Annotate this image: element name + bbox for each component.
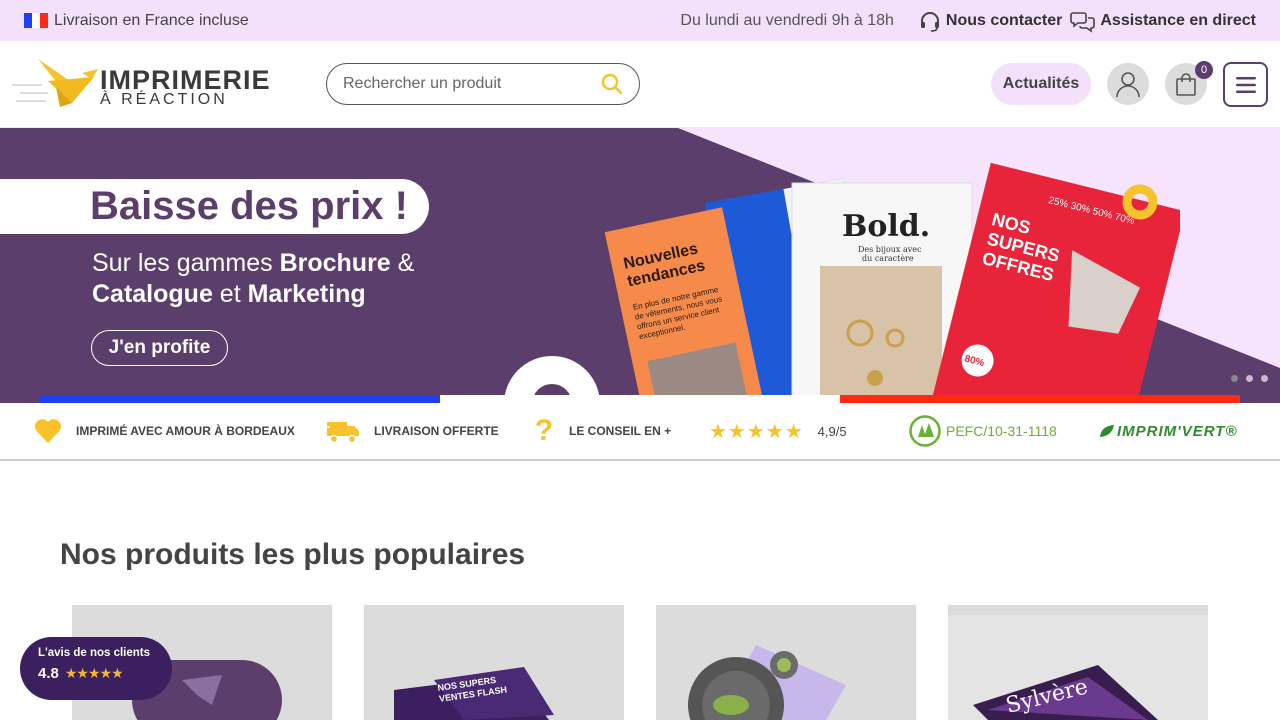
feature-imprimvert: IMPRIM'VERT® [1099, 403, 1238, 459]
opening-hours: Du lundi au vendredi 9h à 18h [680, 11, 894, 29]
delivery-truck-icon [326, 422, 359, 444]
product-card-3[interactable] [656, 605, 916, 720]
shopping-bag-icon [1176, 73, 1196, 96]
logo-line2: À RÉACTION [100, 91, 228, 108]
news-button[interactable]: Actualités [991, 63, 1091, 105]
carousel-dot-3[interactable] [1261, 375, 1268, 382]
magazines-illustration: Nouvellestendances En plus de notre gamm… [604, 162, 1180, 403]
pefc-logo-icon [909, 415, 941, 447]
carousel-dots [1231, 375, 1268, 382]
headset-icon [920, 11, 939, 32]
feature-rating: ★★★★★ 4,9/5 [709, 420, 847, 443]
chat-bubbles-icon [1070, 11, 1096, 33]
contact-label: Nous contacter [945, 11, 1063, 29]
rating-stars-icon: ★★★★★ [709, 420, 804, 443]
product-image-4: Sylvère [948, 615, 1208, 720]
search-icon[interactable] [601, 73, 623, 95]
product-card-4[interactable]: Sylvère [948, 605, 1208, 720]
search-bar[interactable] [326, 63, 640, 105]
live-assistance-label: Assistance en direct [1100, 11, 1256, 29]
leaf-icon [1100, 425, 1114, 437]
live-assistance-link[interactable]: Assistance en direct [1070, 9, 1256, 33]
search-input[interactable] [343, 75, 601, 93]
carousel-dot-2[interactable] [1246, 375, 1253, 382]
customer-reviews-widget[interactable]: L'avis de nos clients 4.8 ★★★★★ [20, 637, 172, 700]
cart-count-badge: 0 [1195, 61, 1213, 79]
feature-free-delivery: LIVRAISON OFFERTE [326, 403, 499, 459]
product-card-2[interactable]: NOS SUPERSVENTES FLASH [364, 605, 624, 720]
main-header: IMPRIMERIE À RÉACTION Actualités 0 [0, 41, 1280, 128]
feature-pefc: PEFC/10-31-1118 [908, 403, 1057, 459]
hero-banner: Baisse des prix ! Sur les gammes Brochur… [0, 128, 1280, 403]
shipping-text: Livraison en France incluse [54, 11, 249, 29]
carousel-dot-1[interactable] [1231, 375, 1238, 382]
site-logo[interactable]: IMPRIMERIE À RÉACTION [12, 59, 270, 111]
product-image-3 [688, 645, 846, 720]
feature-advice: ? LE CONSEIL EN + [534, 414, 672, 447]
user-icon [1116, 72, 1140, 97]
shipping-notice: Livraison en France incluse [24, 12, 249, 30]
question-mark-icon: ? [534, 414, 554, 447]
top-bar: Livraison en France incluse Du lundi au … [0, 0, 1280, 41]
tricolor-stripe [40, 395, 1240, 403]
contact-link[interactable]: Nous contacter [918, 9, 1062, 33]
hero-title: Baisse des prix ! [90, 184, 408, 228]
features-strip: IMPRIMÉ AVEC AMOUR À BORDEAUX LIVRAISON … [0, 403, 1280, 461]
bold-magazine-title: Bold. [842, 209, 930, 244]
feature-made-in-bordeaux: IMPRIMÉ AVEC AMOUR À BORDEAUX [34, 403, 295, 459]
reviews-score: 4.8 [38, 665, 59, 682]
bold-magazine-subtitle: Des bijoux avec du caractère [858, 245, 922, 263]
reviews-title: L'avis de nos clients [38, 647, 151, 659]
hero-cta-button[interactable]: J'en profite [91, 330, 228, 366]
heart-icon [34, 419, 62, 443]
popular-products-title: Nos produits les plus populaires [60, 538, 526, 571]
product-image-2: NOS SUPERSVENTES FLASH [394, 667, 554, 720]
france-flag-icon [24, 13, 48, 28]
account-button[interactable] [1107, 63, 1149, 105]
cart-button[interactable]: 0 [1165, 61, 1213, 105]
origami-bird-logo-icon [12, 59, 98, 107]
reviews-stars-icon: ★★★★★ [64, 665, 124, 681]
hamburger-menu-icon [1235, 76, 1256, 93]
menu-button[interactable] [1223, 62, 1268, 107]
hero-subtitle: Sur les gammes Brochure & Catalogue et M… [92, 249, 415, 308]
